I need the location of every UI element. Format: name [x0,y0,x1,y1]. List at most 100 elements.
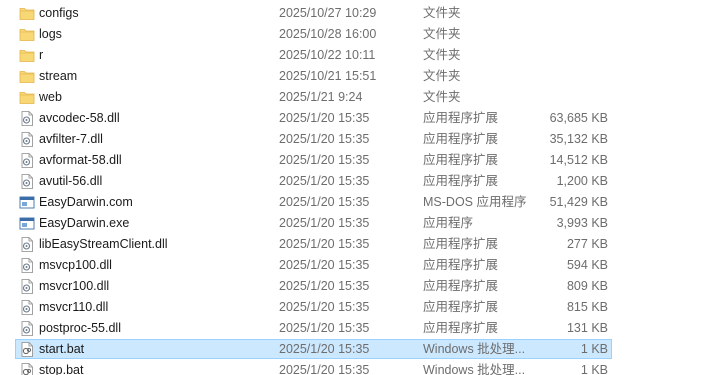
file-date-modified: 2025/1/20 15:35 [279,363,370,375]
file-row[interactable]: avcodec-58.dll 2025/1/20 15:35 应用程序扩展 63… [0,108,705,129]
file-type: 应用程序扩展 [423,300,499,314]
file-name: libEasyStreamClient.dll [39,237,168,251]
file-type: 应用程序扩展 [423,111,499,125]
file-row[interactable]: msvcp100.dll 2025/1/20 15:35 应用程序扩展 594 … [0,255,705,276]
file-icon-cell [19,297,35,318]
file-date-modified: 2025/1/20 15:35 [279,258,370,272]
file-icon-cell [19,66,35,87]
file-type: Windows 批处理... [423,363,526,375]
bat-icon [19,342,35,357]
file-name: EasyDarwin.exe [39,216,130,230]
dll-icon [19,132,35,147]
file-size: 3,993 KB [556,216,608,230]
file-type: 应用程序扩展 [423,174,499,188]
file-name: r [39,48,44,62]
file-icon-cell [19,24,35,45]
file-type: 应用程序扩展 [423,132,499,146]
file-date-modified: 2025/1/20 15:35 [279,132,370,146]
dll-icon [19,300,35,315]
file-date-modified: 2025/1/20 15:35 [279,300,370,314]
dll-icon [19,321,35,336]
file-row[interactable]: configs 2025/10/27 10:29 文件夹 [0,3,705,24]
file-icon-cell [19,339,35,360]
file-icon-cell [19,318,35,339]
file-row[interactable]: stream 2025/10/21 15:51 文件夹 [0,66,705,87]
file-type: 文件夹 [423,69,461,83]
file-size: 1,200 KB [556,174,608,188]
exe-icon [19,195,35,210]
file-date-modified: 2025/1/20 15:35 [279,279,370,293]
file-size: 1 KB [580,363,608,375]
bat-icon [19,363,35,375]
file-icon-cell [19,234,35,255]
file-name: postproc-55.dll [39,321,121,335]
file-size: 594 KB [566,258,608,272]
file-date-modified: 2025/10/28 16:00 [279,27,377,41]
file-name: avfilter-7.dll [39,132,103,146]
file-list[interactable]: configs 2025/10/27 10:29 文件夹 logs 2025/1… [0,0,705,375]
file-date-modified: 2025/1/20 15:35 [279,342,370,356]
file-icon-cell [19,360,35,375]
file-date-modified: 2025/1/20 15:35 [279,153,370,167]
file-type: 应用程序 [423,216,474,230]
file-row[interactable]: EasyDarwin.exe 2025/1/20 15:35 应用程序 3,99… [0,213,705,234]
file-icon-cell [19,87,35,108]
dll-icon [19,237,35,252]
file-row[interactable]: msvcr110.dll 2025/1/20 15:35 应用程序扩展 815 … [0,297,705,318]
file-date-modified: 2025/1/21 9:24 [279,90,363,104]
file-row[interactable]: web 2025/1/21 9:24 文件夹 [0,87,705,108]
file-icon-cell [19,192,35,213]
file-name: avformat-58.dll [39,153,122,167]
file-size: 63,685 KB [549,111,608,125]
file-size: 14,512 KB [549,153,608,167]
folder-icon [19,27,35,42]
file-type: 应用程序扩展 [423,258,499,272]
folder-icon [19,6,35,21]
dll-icon [19,111,35,126]
folder-icon [19,90,35,105]
file-row-selected[interactable]: start.bat 2025/1/20 15:35 Windows 批处理...… [0,339,705,360]
file-row[interactable]: avformat-58.dll 2025/1/20 15:35 应用程序扩展 1… [0,150,705,171]
file-row[interactable]: libEasyStreamClient.dll 2025/1/20 15:35 … [0,234,705,255]
file-type: 应用程序扩展 [423,279,499,293]
file-size: 131 KB [566,321,608,335]
file-row[interactable]: postproc-55.dll 2025/1/20 15:35 应用程序扩展 1… [0,318,705,339]
file-icon-cell [19,213,35,234]
file-row[interactable]: avutil-56.dll 2025/1/20 15:35 应用程序扩展 1,2… [0,171,705,192]
file-row[interactable]: r 2025/10/22 10:11 文件夹 [0,45,705,66]
file-size [540,87,608,108]
file-size: 277 KB [566,237,608,251]
file-name: configs [39,6,79,20]
file-row[interactable]: logs 2025/10/28 16:00 文件夹 [0,24,705,45]
file-icon-cell [19,171,35,192]
file-size: 35,132 KB [549,132,608,146]
file-row[interactable]: msvcr100.dll 2025/1/20 15:35 应用程序扩展 809 … [0,276,705,297]
file-date-modified: 2025/1/20 15:35 [279,216,370,230]
file-name: msvcr110.dll [39,300,109,314]
file-name: EasyDarwin.com [39,195,133,209]
file-row[interactable]: EasyDarwin.com 2025/1/20 15:35 MS-DOS 应用… [0,192,705,213]
exe-icon [19,216,35,231]
file-name: stream [39,69,78,83]
file-row[interactable]: avfilter-7.dll 2025/1/20 15:35 应用程序扩展 35… [0,129,705,150]
file-size: 1 KB [580,342,608,356]
file-size [540,66,608,87]
file-date-modified: 2025/10/21 15:51 [279,69,377,83]
file-icon-cell [19,276,35,297]
file-date-modified: 2025/1/20 15:35 [279,237,370,251]
file-name: msvcr100.dll [39,279,110,293]
file-icon-cell [19,150,35,171]
file-name: avutil-56.dll [39,174,103,188]
file-type: 应用程序扩展 [423,321,499,335]
file-size [540,3,608,24]
file-row[interactable]: stop.bat 2025/1/20 15:35 Windows 批处理... … [0,360,705,375]
file-name: msvcp100.dll [39,258,112,272]
file-name: logs [39,27,62,41]
file-size: 51,429 KB [549,195,608,209]
file-date-modified: 2025/1/20 15:35 [279,174,370,188]
file-type: MS-DOS 应用程序 [423,195,527,209]
file-type: 文件夹 [423,48,461,62]
file-date-modified: 2025/1/20 15:35 [279,321,370,335]
file-type: 应用程序扩展 [423,237,499,251]
file-name: stop.bat [39,363,84,375]
